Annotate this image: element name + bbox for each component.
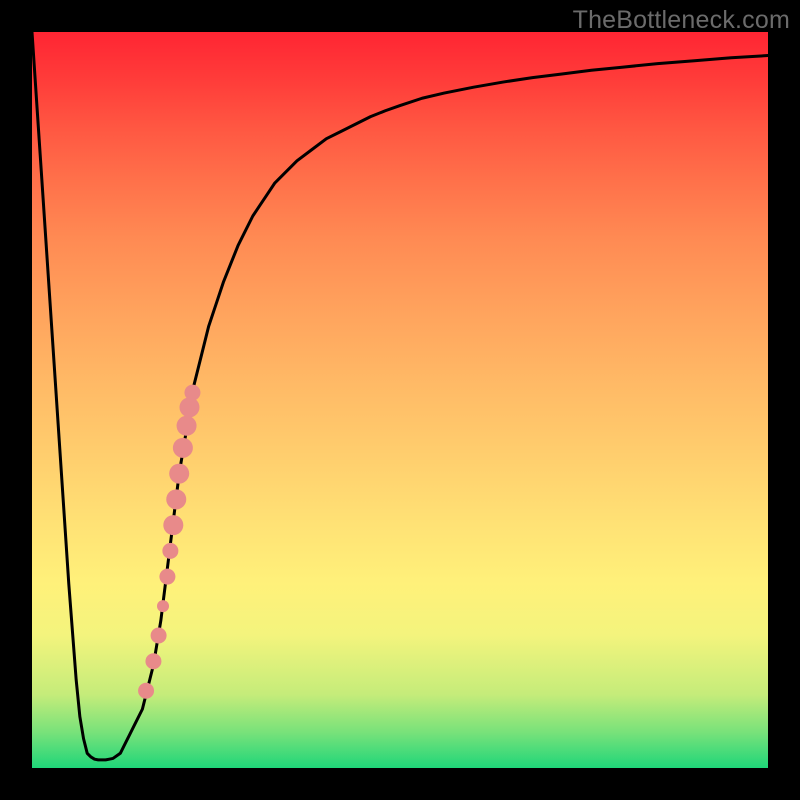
chart-frame: TheBottleneck.com — [0, 0, 800, 800]
chart-gradient-background — [32, 32, 768, 768]
watermark-text: TheBottleneck.com — [573, 6, 790, 35]
